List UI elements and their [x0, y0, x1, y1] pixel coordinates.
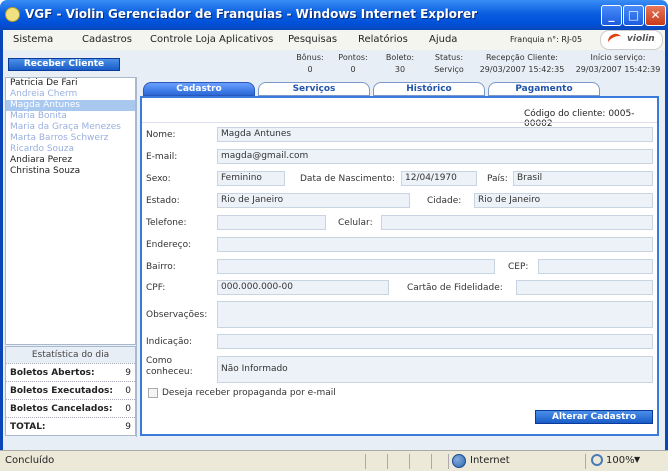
- pais-label: País:: [487, 174, 508, 184]
- window-title: VGF - Violin Gerenciador de Franquias - …: [25, 7, 477, 21]
- maximize-button[interactable]: □: [623, 5, 644, 26]
- indicacao-field[interactable]: [217, 334, 653, 349]
- conheceu-field[interactable]: Não Informado: [217, 356, 653, 383]
- menu-aplicativos[interactable]: Aplicativos: [219, 30, 273, 50]
- list-item[interactable]: Patricia De Fari: [6, 78, 135, 89]
- stat-pontos: Pontos: 0: [338, 53, 368, 74]
- status-bar: Concluído Internet 100% ▼: [0, 450, 668, 471]
- title-bar: VGF - Violin Gerenciador de Franquias - …: [0, 0, 668, 30]
- list-item[interactable]: Maria da Graça Menezes: [6, 122, 135, 133]
- stat-row: Boletos Executados: 0: [6, 381, 135, 399]
- email-label: E-mail:: [146, 152, 178, 162]
- telefone-label: Telefone:: [146, 218, 187, 228]
- list-item-selected[interactable]: Magda Antunes: [6, 100, 135, 111]
- stat-row-total: TOTAL: 9: [6, 417, 135, 435]
- list-item[interactable]: Andreia Cherm: [6, 89, 135, 100]
- list-item[interactable]: Andiara Perez: [6, 155, 135, 166]
- zoom-level[interactable]: 100%: [606, 455, 635, 466]
- cep-label: CEP:: [508, 262, 529, 272]
- divider: [142, 122, 657, 123]
- telefone-field[interactable]: [217, 215, 326, 230]
- internet-globe-icon: [452, 454, 466, 468]
- alterar-cadastro-button[interactable]: Alterar Cadastro: [535, 410, 653, 424]
- stat-row: Boletos Cancelados: 0: [6, 399, 135, 417]
- menu-relatorios[interactable]: Relatórios: [358, 30, 408, 50]
- nascimento-label: Data de Nascimento:: [300, 174, 395, 184]
- sexo-label: Sexo:: [146, 174, 171, 184]
- menu-cadastros[interactable]: Cadastros: [82, 30, 132, 50]
- estado-field[interactable]: Rio de Janeiro: [217, 193, 410, 208]
- cidade-label: Cidade:: [427, 196, 462, 206]
- tab-cadastro[interactable]: Cadastro: [143, 82, 255, 96]
- list-item[interactable]: Marta Barros Schwerz: [6, 133, 135, 144]
- cartao-field[interactable]: [516, 280, 653, 295]
- tab-pagamento[interactable]: Pagamento: [488, 82, 600, 96]
- close-button[interactable]: ✕: [645, 5, 666, 26]
- cpf-field[interactable]: 000.000.000-00: [217, 280, 389, 295]
- cep-field[interactable]: [538, 259, 653, 274]
- zoom-icon[interactable]: [591, 454, 603, 466]
- codigo-cliente: Código do cliente: 0005-00002: [524, 109, 635, 129]
- status-text: Concluído: [5, 455, 55, 466]
- cadastro-panel: Código do cliente: 0005-00002 Nome: Magd…: [140, 96, 659, 436]
- receber-cliente-button[interactable]: Receber Cliente: [8, 58, 120, 71]
- conheceu-label: Como conheceu:: [146, 356, 193, 377]
- celular-field[interactable]: [381, 215, 653, 230]
- estado-label: Estado:: [146, 196, 180, 206]
- observacoes-field[interactable]: [217, 301, 653, 328]
- zoom-dropdown-icon[interactable]: ▼: [634, 455, 640, 464]
- list-item[interactable]: Maria Bonita: [6, 111, 135, 122]
- celular-label: Celular:: [338, 218, 373, 228]
- indicacao-label: Indicação:: [146, 337, 193, 347]
- cartao-label: Cartão de Fidelidade:: [407, 283, 503, 293]
- client-list[interactable]: Patricia De Fari Andreia Cherm Magda Ant…: [5, 77, 136, 345]
- list-item[interactable]: Ricardo Souza: [6, 144, 135, 155]
- endereco-field[interactable]: [217, 237, 653, 252]
- list-item[interactable]: Christina Souza: [6, 166, 135, 177]
- logo-arc-icon: [606, 31, 624, 49]
- menu-controle-loja[interactable]: Controle Loja: [150, 30, 216, 50]
- pane-splitter[interactable]: [136, 77, 137, 437]
- stat-row: Boletos Abertos: 9: [6, 363, 135, 381]
- menu-sistema[interactable]: Sistema: [13, 30, 53, 50]
- cidade-field[interactable]: Rio de Janeiro: [474, 193, 653, 208]
- tab-servicos[interactable]: Serviços: [258, 82, 370, 96]
- menu-pesquisas[interactable]: Pesquisas: [288, 30, 337, 50]
- stat-boleto: Boleto: 30: [385, 53, 415, 74]
- endereco-label: Endereço:: [146, 240, 192, 250]
- stats-title: Estatística do dia: [6, 347, 135, 363]
- propaganda-checkbox[interactable]: [148, 388, 158, 398]
- nome-field[interactable]: Magda Antunes: [217, 127, 653, 142]
- bairro-label: Bairro:: [146, 262, 176, 272]
- cpf-label: CPF:: [146, 283, 166, 293]
- stat-bonus: Bônus: 0: [296, 53, 324, 74]
- pais-field[interactable]: Brasil: [513, 171, 653, 186]
- nome-label: Nome:: [146, 130, 176, 140]
- violin-logo: violin: [600, 30, 663, 50]
- menu-ajuda[interactable]: Ajuda: [429, 30, 457, 50]
- nascimento-field[interactable]: 12/04/1970: [401, 171, 477, 186]
- propaganda-label: Deseja receber propaganda por e-mail: [162, 388, 336, 398]
- bairro-field[interactable]: [217, 259, 495, 274]
- stat-status: Status: Serviço: [434, 53, 464, 74]
- stat-recepcao: Recepção Cliente: 29/03/2007 15:42:35: [479, 53, 565, 74]
- menu-bar: Sistema Cadastros Controle Loja Aplicati…: [0, 30, 668, 50]
- ie-icon: [5, 7, 20, 22]
- sexo-field[interactable]: Feminino: [217, 171, 285, 186]
- zone-label: Internet: [470, 455, 510, 466]
- email-field[interactable]: magda@gmail.com: [217, 149, 653, 164]
- observacoes-label: Observações:: [146, 310, 208, 320]
- franquia-label: Franquia n°: RJ-05: [510, 35, 583, 44]
- stat-inicio-servico: Início serviço: 29/03/2007 15:42:39: [575, 53, 661, 74]
- minimize-button[interactable]: _: [601, 5, 622, 26]
- tab-historico[interactable]: Histórico: [373, 82, 485, 96]
- stats-panel: Estatística do dia Boletos Abertos: 9 Bol…: [5, 346, 136, 436]
